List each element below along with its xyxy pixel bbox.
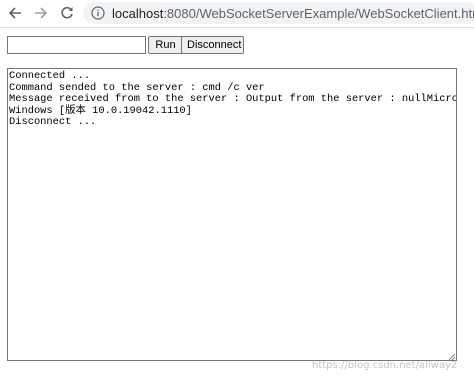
url-path: :8080/WebSocketServerExample/WebSocketCl…: [163, 5, 474, 21]
disconnect-button[interactable]: Disconnect: [181, 36, 244, 54]
command-input[interactable]: [7, 36, 146, 54]
reload-icon: [61, 6, 73, 19]
back-button[interactable]: [5, 3, 25, 23]
watermark: https://blog.csdn.net/allway2: [312, 360, 458, 371]
reload-button[interactable]: [57, 3, 77, 23]
address-bar[interactable]: localhost:8080/WebSocketServerExample/We…: [83, 2, 474, 24]
url-host: localhost: [112, 5, 164, 21]
info-icon[interactable]: [91, 6, 105, 20]
run-button[interactable]: Run: [148, 36, 183, 54]
forward-button[interactable]: [31, 3, 51, 23]
arrow-left-icon: [8, 7, 21, 19]
browser-toolbar: localhost:8080/WebSocketServerExample/We…: [0, 0, 474, 28]
output-textarea[interactable]: Connected ... Command sended to the serv…: [7, 68, 457, 361]
arrow-right-icon: [35, 7, 48, 19]
url-text[interactable]: localhost:8080/WebSocketServerExample/We…: [112, 6, 474, 21]
